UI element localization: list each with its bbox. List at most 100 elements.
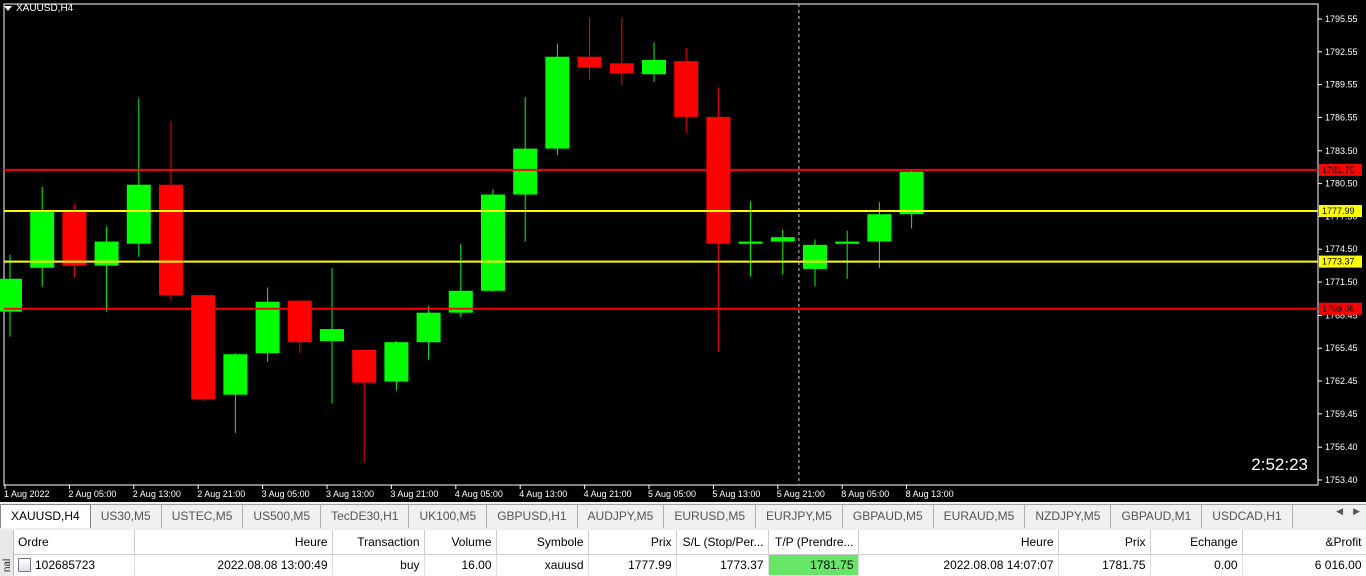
cell-value: 1773.37 [720, 558, 764, 572]
column-header[interactable]: Prix [588, 530, 677, 555]
table-cell: 2022.08.08 14:07:07 [858, 554, 1059, 575]
x-tick-label: 2 Aug 13:00 [133, 489, 181, 499]
candle-bull [899, 171, 924, 215]
chart-tab[interactable]: USDCAD,H1 [1202, 505, 1293, 528]
candle-bull [320, 329, 344, 342]
column-header[interactable]: &Profit [1242, 530, 1366, 555]
chart-tab[interactable]: EURAUD,M5 [934, 505, 1026, 528]
y-tick-label: 1795.55 [1325, 14, 1358, 24]
table-cell: buy [332, 554, 425, 575]
chart-tab[interactable]: USTEC,M5 [162, 505, 244, 528]
table-row[interactable]: 102685723 2022.08.08 13:00:49 buy 16.00 xauu… [14, 554, 1366, 575]
cell-value: 1781.75 [1102, 558, 1146, 572]
candle-bull [384, 342, 409, 382]
candle-bear [159, 184, 183, 296]
y-tick-label: 1774.50 [1325, 244, 1358, 254]
candle-bull [545, 56, 570, 149]
x-tick-label: 8 Aug 05:00 [841, 489, 889, 499]
chart-tab[interactable]: US30,M5 [91, 505, 162, 528]
chart-tab[interactable]: EURUSD,M5 [664, 505, 757, 528]
chart-tab[interactable]: XAUUSD,H4 [0, 504, 91, 528]
candle-bull [867, 214, 892, 242]
table-cell: 1781.75 [1058, 554, 1151, 575]
cell-value: 0.00 [1214, 558, 1238, 572]
cell-value: xauusd [544, 558, 584, 572]
column-header[interactable]: Volume [424, 530, 497, 555]
price-line-label: 1777.99 [1322, 206, 1355, 216]
column-header[interactable]: Symbole [496, 530, 589, 555]
candle-bear [62, 212, 87, 266]
column-header[interactable]: Ordre [14, 530, 135, 555]
candle-bull [30, 212, 55, 268]
x-tick-label: 4 Aug 05:00 [455, 489, 503, 499]
y-tick-label: 1789.55 [1325, 80, 1358, 90]
column-header[interactable]: S/L (Stop/Per... [676, 530, 769, 555]
chart-tabs-bar: XAUUSD,H4 US30,M5 USTEC,M5 US500,M5 TecDE30,… [0, 504, 1366, 529]
x-tick-label: 5 Aug 05:00 [648, 489, 696, 499]
cell-value: 1777.99 [628, 558, 672, 572]
x-tick-label: 5 Aug 21:00 [777, 489, 825, 499]
x-tick-label: 8 Aug 13:00 [906, 489, 954, 499]
chart-tab[interactable]: AUDJPY,M5 [578, 505, 665, 528]
chart-tab[interactable]: GBPAUD,M5 [843, 505, 934, 528]
chart-tab[interactable]: NZDJPY,M5 [1025, 505, 1112, 528]
price-line-label: 1769.06 [1322, 304, 1355, 314]
x-tick-label: 2 Aug 21:00 [197, 489, 245, 499]
x-tick-label: 3 Aug 05:00 [262, 489, 310, 499]
candle-bull [738, 241, 763, 244]
cell-value: 6 016.00 [1314, 558, 1362, 572]
column-header[interactable]: Transaction [332, 530, 425, 555]
chart-tab[interactable]: UK100,M5 [409, 505, 488, 528]
terminal-side-label: nal [2, 558, 14, 573]
y-tick-label: 1753.40 [1325, 475, 1358, 485]
table-cell: 102685723 [14, 554, 135, 575]
cell-value: 102685723 [35, 557, 96, 572]
cell-value: 2022.08.08 14:07:07 [943, 558, 1054, 572]
candle-bull [513, 148, 538, 195]
chart-tab[interactable]: GBPUSD,H1 [487, 505, 578, 528]
y-tick-label: 1762.45 [1325, 376, 1358, 386]
table-cell: 0.00 [1150, 554, 1243, 575]
cell-value: 1781.75 [810, 558, 854, 572]
table-cell: 1773.37 [676, 554, 769, 575]
candle-bull [126, 184, 151, 244]
y-tick-label: 1792.55 [1325, 47, 1358, 57]
terminal-side-tab[interactable]: nal [0, 530, 14, 576]
column-header[interactable]: Echange [1150, 530, 1243, 555]
candle-bear [191, 295, 216, 400]
scroll-right-icon[interactable]: ▶ [1353, 506, 1360, 517]
table-cell: 1781.75 [768, 554, 859, 575]
orders-header-row: Ordre Heure Transaction Volume Symbole Prix S/… [14, 530, 1366, 555]
x-tick-label: 2 Aug 05:00 [68, 489, 116, 499]
tab-scroll-arrows: ◀ ▶ [1336, 506, 1360, 517]
candle-bull [481, 194, 505, 291]
scroll-left-icon[interactable]: ◀ [1336, 506, 1343, 517]
chart-tab[interactable]: GBPAUD,M1 [1111, 505, 1203, 528]
plot-frame [3, 3, 1319, 486]
chart-tab[interactable]: TecDE30,H1 [321, 505, 410, 528]
y-tick-label: 1786.55 [1325, 112, 1358, 122]
x-tick-label: 3 Aug 21:00 [390, 489, 438, 499]
cell-value: buy [400, 558, 420, 572]
candle-bear [674, 61, 699, 117]
chart-canvas[interactable]: 1795.55 1792.55 1789.55 1786.55 1783.50 1780.… [0, 0, 1366, 502]
candle-bull [835, 241, 860, 244]
column-header[interactable]: Heure [134, 530, 333, 555]
chart-tab[interactable]: EURJPY,M5 [756, 505, 843, 528]
y-tick-label: 1783.50 [1325, 146, 1358, 156]
candle-bear [287, 300, 312, 343]
column-header[interactable]: Heure [858, 530, 1059, 555]
candle-bear [706, 116, 731, 244]
column-header[interactable]: Prix [1058, 530, 1151, 555]
chart-menu-icon[interactable] [4, 6, 12, 11]
table-cell: 16.00 [424, 554, 497, 575]
chart-tab[interactable]: US500,M5 [243, 505, 322, 528]
candle-bull [770, 237, 795, 242]
candle-bear [352, 349, 377, 383]
table-cell: 6 016.00 [1242, 554, 1366, 575]
y-tick-label: 1780.50 [1325, 179, 1358, 189]
chart-area[interactable]: 1795.55 1792.55 1789.55 1786.55 1783.50 1780.… [0, 0, 1366, 502]
candle-countdown-timer: 2:52:23 [1251, 455, 1308, 474]
column-header[interactable]: T/P (Prendre... [768, 530, 859, 555]
candle-bear [577, 56, 602, 68]
